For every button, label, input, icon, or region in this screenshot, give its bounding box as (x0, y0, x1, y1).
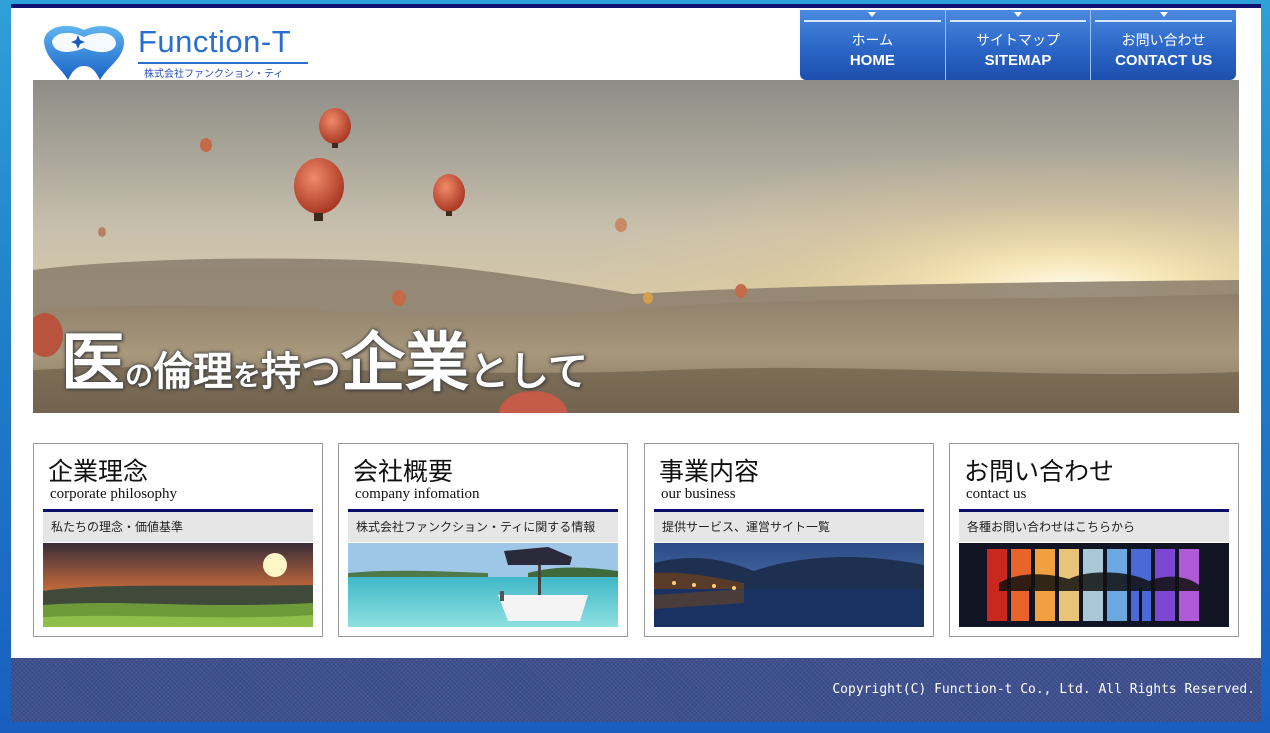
nav-label-en: SITEMAP (984, 52, 1052, 69)
card-contact-us[interactable]: お問い合わせ contact us 各種お問い合わせはこちらから (949, 443, 1239, 637)
site-footer: Copyright(C) Function-t Co., Ltd. All Ri… (11, 658, 1261, 722)
nav-sitemap[interactable]: サイトマップ SITEMAP (946, 10, 1092, 80)
hero-banner: 医の倫理を持つ企業として (33, 80, 1239, 413)
card-subtitle: company infomation (355, 486, 480, 502)
card-description: 提供サービス、運営サイト一覧 (654, 512, 924, 542)
card-company-information[interactable]: 会社概要 company infomation 株式会社ファンクション・ティに関… (338, 443, 628, 637)
card-description: 各種お問い合わせはこちらから (959, 512, 1229, 542)
main-nav: ホーム HOME サイトマップ SITEMAP お問い合わせ CONTACT U… (800, 10, 1236, 80)
card-subtitle: our business (661, 486, 736, 502)
nav-label-jp: ホーム (851, 33, 894, 49)
card-title: お問い合わせ (964, 457, 1115, 486)
card-image (959, 543, 1229, 627)
tooth-logo-icon (44, 26, 125, 80)
nav-arrow-icon (1159, 12, 1168, 17)
card-description: 株式会社ファンクション・ティに関する情報 (348, 512, 618, 542)
tagline-part: の (125, 359, 154, 392)
card-our-business[interactable]: 事業内容 our business 提供サービス、運営サイト一覧 (644, 443, 934, 637)
tree-color-panels-image (959, 543, 1229, 627)
nav-arrow-icon (1014, 12, 1022, 17)
tagline-part: として (469, 348, 588, 395)
logo-company-name: 株式会社ファンクション・ティ (144, 69, 284, 80)
nav-arrow-icon (868, 12, 877, 17)
card-subtitle: contact us (966, 486, 1027, 502)
card-image (348, 543, 618, 627)
tagline-part: 倫理 (153, 348, 234, 395)
tagline-part: 持つ (261, 348, 342, 395)
card-title: 事業内容 (659, 457, 760, 486)
nav-label-en: HOME (849, 52, 895, 69)
nav-label-jp: サイトマップ (976, 33, 1060, 49)
site-logo[interactable]: Function-T 株式会社ファンクション・ティ (38, 10, 310, 80)
nav-home[interactable]: ホーム HOME (800, 10, 946, 80)
tagline-part: 企業 (341, 326, 470, 401)
nav-label-jp: お問い合わせ (1121, 33, 1206, 49)
tagline-part: 医 (61, 326, 125, 401)
sunset-field-image (43, 543, 313, 627)
nav-topbar (804, 20, 941, 22)
logo-name: Function-T (138, 24, 292, 59)
hero-tagline: 医の倫理を持つ企業として (61, 312, 588, 404)
card-corporate-philosophy[interactable]: 企業理念 corporate philosophy 私たちの理念・価値基準 (33, 443, 323, 637)
night-lake-image (654, 543, 924, 627)
nav-topbar (949, 20, 1087, 22)
card-subtitle: corporate philosophy (50, 486, 178, 502)
nav-contact[interactable]: お問い合わせ CONTACT US (1091, 10, 1236, 80)
nav-label-en: CONTACT US (1115, 52, 1213, 69)
card-image (654, 543, 924, 627)
nav-topbar (1095, 20, 1233, 22)
boat-sea-image (348, 543, 618, 627)
card-title: 企業理念 (48, 457, 149, 486)
copyright-text: Copyright(C) Function-t Co., Ltd. All Ri… (832, 682, 1255, 697)
tagline-part: を (233, 359, 262, 392)
card-title: 会社概要 (353, 457, 454, 486)
logo-underline (138, 62, 308, 64)
card-image (43, 543, 313, 627)
card-description: 私たちの理念・価値基準 (43, 512, 313, 542)
